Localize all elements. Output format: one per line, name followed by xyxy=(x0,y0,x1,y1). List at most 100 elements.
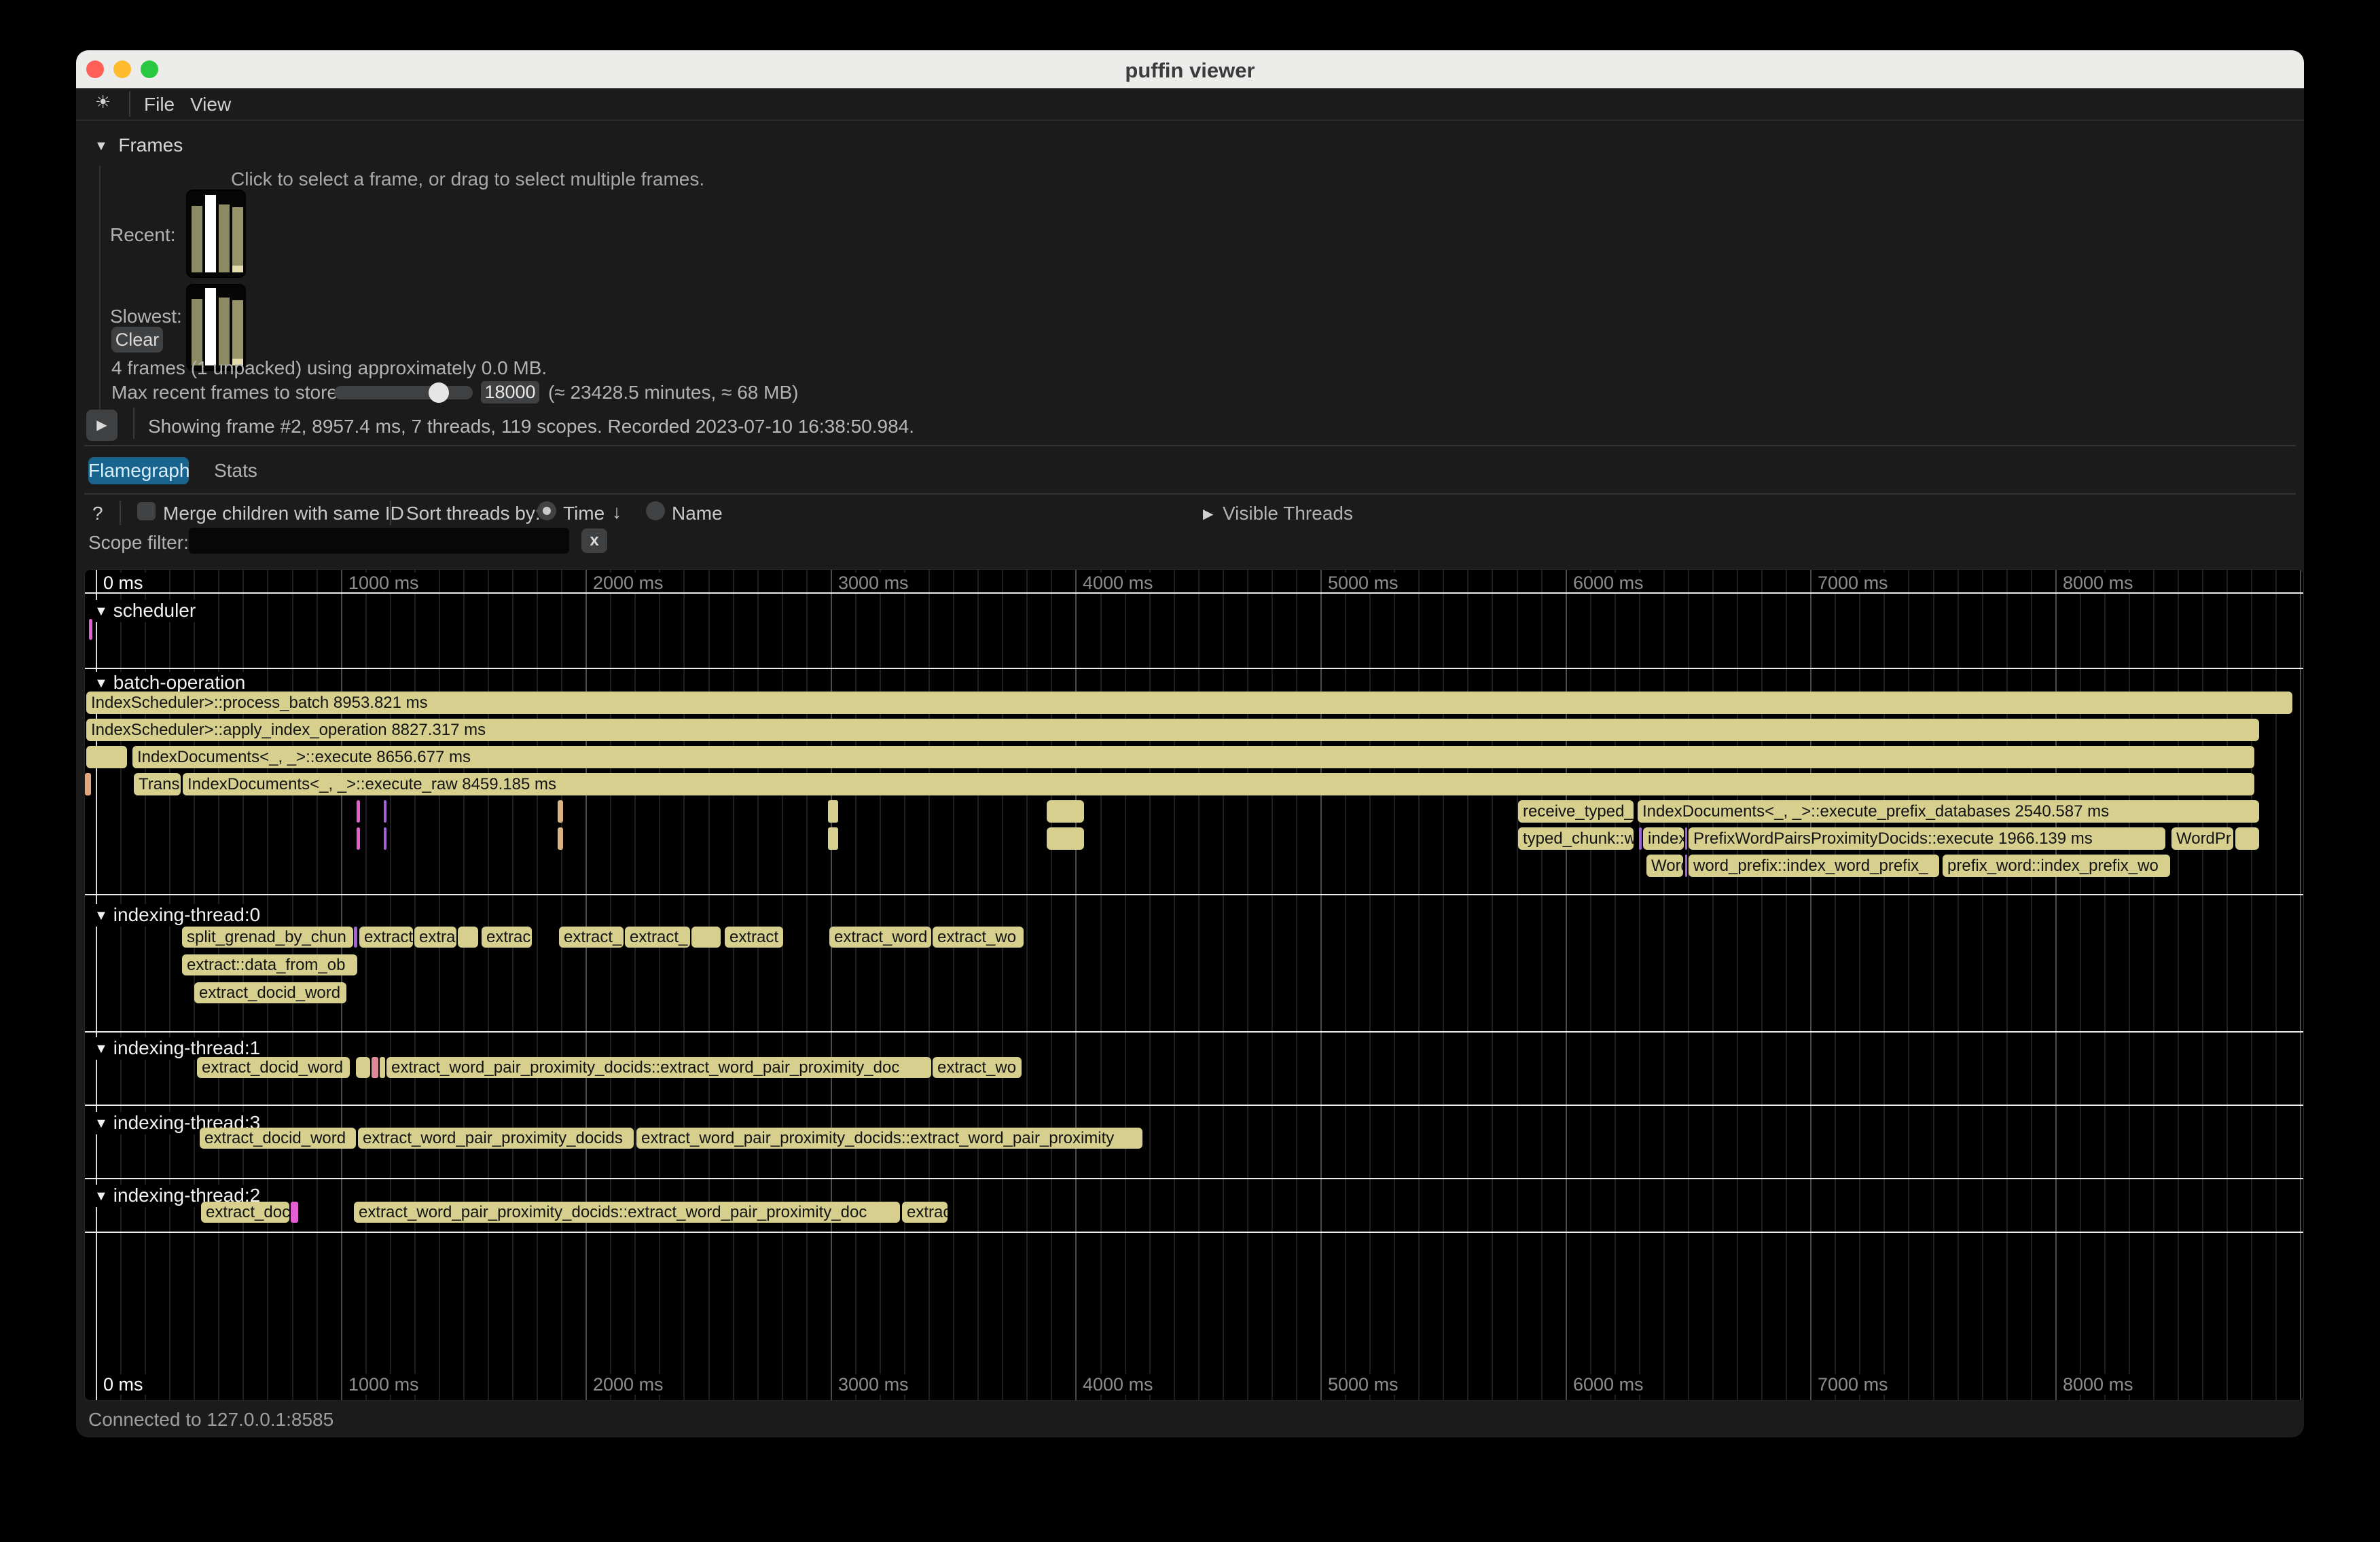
scope-bar[interactable]: extract_word_pair_proximity_docids xyxy=(358,1128,634,1149)
scope-bar[interactable] xyxy=(357,827,360,850)
scope-bar[interactable] xyxy=(458,927,478,948)
merge-children-label[interactable]: Merge children with same ID xyxy=(163,503,404,524)
frame-thumbnail-bar[interactable] xyxy=(205,195,216,272)
play-button[interactable]: ▶ xyxy=(86,410,118,441)
frame-thumbnail-bar[interactable] xyxy=(219,204,230,272)
scope-bar[interactable] xyxy=(691,927,721,948)
scope-bar[interactable]: extract_word_pair_proximity_docids::extr… xyxy=(386,1057,931,1078)
sort-direction-arrow-icon[interactable]: ↓ xyxy=(612,501,621,523)
scope-bar[interactable]: IndexDocuments<_, _>::execute_prefix_dat… xyxy=(1638,800,2259,823)
scope-bar[interactable]: receive_typed_ xyxy=(1518,800,1634,823)
max-frames-slider[interactable] xyxy=(334,386,473,399)
tab-stats[interactable]: Stats xyxy=(205,457,266,484)
sort-threads-label: Sort threads by: xyxy=(406,503,541,524)
frame-thumbnail-bar[interactable] xyxy=(219,298,230,365)
scope-bar[interactable] xyxy=(558,800,563,823)
scope-bar[interactable]: extract_doc xyxy=(201,1202,289,1223)
thread-name: scheduler xyxy=(113,600,196,621)
scope-bar[interactable] xyxy=(1639,827,1642,850)
scope-bar[interactable] xyxy=(2235,827,2259,850)
tab-flamegraph[interactable]: Flamegraph xyxy=(88,457,189,484)
visible-threads-triangle-icon[interactable]: ▶ xyxy=(1203,505,1213,522)
sort-radio-name[interactable] xyxy=(646,501,665,520)
help-button[interactable]: ? xyxy=(92,503,103,524)
scope-bar[interactable]: extrac xyxy=(902,1202,948,1223)
recent-label: Recent: xyxy=(110,224,176,246)
scope-bar[interactable]: extra xyxy=(414,927,456,948)
max-frames-slider-knob[interactable] xyxy=(429,382,449,403)
section-separator-line xyxy=(85,1178,2303,1179)
sort-option-label[interactable]: Name xyxy=(672,503,723,524)
frame-thumbnail-bar[interactable] xyxy=(192,206,202,272)
thread-header-indexing-thread:0[interactable]: ▼indexing-thread:0 xyxy=(92,904,267,927)
clear-button[interactable]: Clear xyxy=(111,327,163,353)
scope-bar[interactable]: extract_ xyxy=(625,927,690,948)
scope-bar[interactable]: PrefixWordPairsProximityDocids::execute … xyxy=(1689,827,2165,850)
scope-bar[interactable]: extract::data_from_ob xyxy=(182,954,357,975)
scope-bar[interactable] xyxy=(380,1057,385,1078)
scope-bar[interactable] xyxy=(357,800,360,823)
menu-item-view[interactable]: View xyxy=(190,94,231,115)
scope-bar[interactable]: IndexScheduler>::apply_index_operation 8… xyxy=(86,719,2259,741)
sort-option-label[interactable]: Time xyxy=(563,503,605,524)
merge-children-checkbox[interactable] xyxy=(137,502,156,520)
scope-bar[interactable]: extract_docid_word xyxy=(197,1057,350,1078)
thread-header-scheduler[interactable]: ▼scheduler xyxy=(92,600,202,622)
scope-bar[interactable] xyxy=(384,827,386,850)
scope-bar[interactable]: extract_word xyxy=(829,927,931,948)
menu-item-file[interactable]: File xyxy=(144,94,175,115)
flamegraph-canvas[interactable]: 0 ms1000 ms2000 ms3000 ms4000 ms5000 ms6… xyxy=(84,569,2304,1401)
theme-toggle-icon[interactable]: ☀ xyxy=(95,92,111,113)
scope-bar[interactable]: extract xyxy=(359,927,413,948)
max-frames-value[interactable]: 18000 xyxy=(481,381,539,404)
scope-bar[interactable] xyxy=(356,1057,370,1078)
scope-bar[interactable] xyxy=(828,800,838,823)
scope-bar[interactable]: word_prefix::index_word_prefix_ xyxy=(1689,855,1939,877)
scope-bar[interactable] xyxy=(1685,855,1687,877)
scope-bar[interactable]: index xyxy=(1643,827,1684,850)
frame-thumbnail-bar-tip xyxy=(232,266,243,272)
scope-bar[interactable]: WordPr xyxy=(2171,827,2233,850)
scope-bar[interactable]: Trans xyxy=(134,773,181,795)
scope-bar[interactable]: extrac xyxy=(482,927,532,948)
scope-bar[interactable]: extract_wo xyxy=(933,927,1024,948)
frame-thumbnail-bar[interactable] xyxy=(205,288,216,365)
scope-bar[interactable] xyxy=(89,619,92,640)
scope-bar[interactable]: extract_docid_word xyxy=(194,982,346,1003)
scope-bar[interactable]: extract_ xyxy=(559,927,624,948)
scope-bar[interactable]: IndexScheduler>::process_batch 8953.821 … xyxy=(86,692,2292,714)
scope-filter-input[interactable] xyxy=(189,528,569,554)
scope-bar[interactable] xyxy=(291,1202,298,1223)
scope-bar[interactable]: Word xyxy=(1646,855,1683,877)
scope-bar[interactable] xyxy=(1047,827,1084,850)
scope-bar[interactable]: IndexDocuments<_, _>::execute 8656.677 m… xyxy=(132,746,2254,768)
scope-bar[interactable] xyxy=(828,827,838,850)
scope-bar[interactable] xyxy=(558,827,563,850)
scope-bar[interactable]: extract xyxy=(725,927,783,948)
frames-section-header[interactable]: ▼ Frames xyxy=(94,135,183,156)
scope-bar[interactable] xyxy=(1685,827,1687,850)
scope-bar[interactable]: split_grenad_by_chun xyxy=(182,927,353,948)
scope-bar[interactable]: extract_word_pair_proximity_docids::extr… xyxy=(354,1202,900,1223)
divider xyxy=(84,445,2296,446)
scope-bar[interactable]: extract_wo xyxy=(933,1057,1022,1078)
scope-bar[interactable] xyxy=(1047,800,1084,823)
scope-bar[interactable]: extract_docid_word xyxy=(200,1128,356,1149)
scope-bar[interactable]: IndexDocuments<_, _>::execute_raw 8459.1… xyxy=(183,773,2254,795)
radio-dot xyxy=(543,507,551,515)
visible-threads-header[interactable]: Visible Threads xyxy=(1223,503,1353,524)
sort-radio-time[interactable] xyxy=(537,501,556,520)
scope-bar[interactable] xyxy=(86,746,127,768)
scope-filter-clear-button[interactable]: x xyxy=(581,528,607,553)
scope-bar[interactable] xyxy=(384,800,386,823)
frame-thumbnail-bar[interactable] xyxy=(232,300,243,365)
scope-bar[interactable] xyxy=(372,1057,378,1078)
scope-bar[interactable] xyxy=(85,773,91,795)
recent-frames-thumbnail[interactable] xyxy=(186,190,246,278)
frame-thumbnail-bar[interactable] xyxy=(192,299,202,365)
frame-thumbnail-bar[interactable] xyxy=(232,207,243,272)
scope-bar[interactable]: extract_word_pair_proximity_docids::extr… xyxy=(636,1128,1142,1149)
scope-bar[interactable] xyxy=(354,927,357,948)
scope-bar[interactable]: prefix_word::index_prefix_wo xyxy=(1943,855,2170,877)
scope-bar[interactable]: typed_chunk::w xyxy=(1518,827,1634,850)
